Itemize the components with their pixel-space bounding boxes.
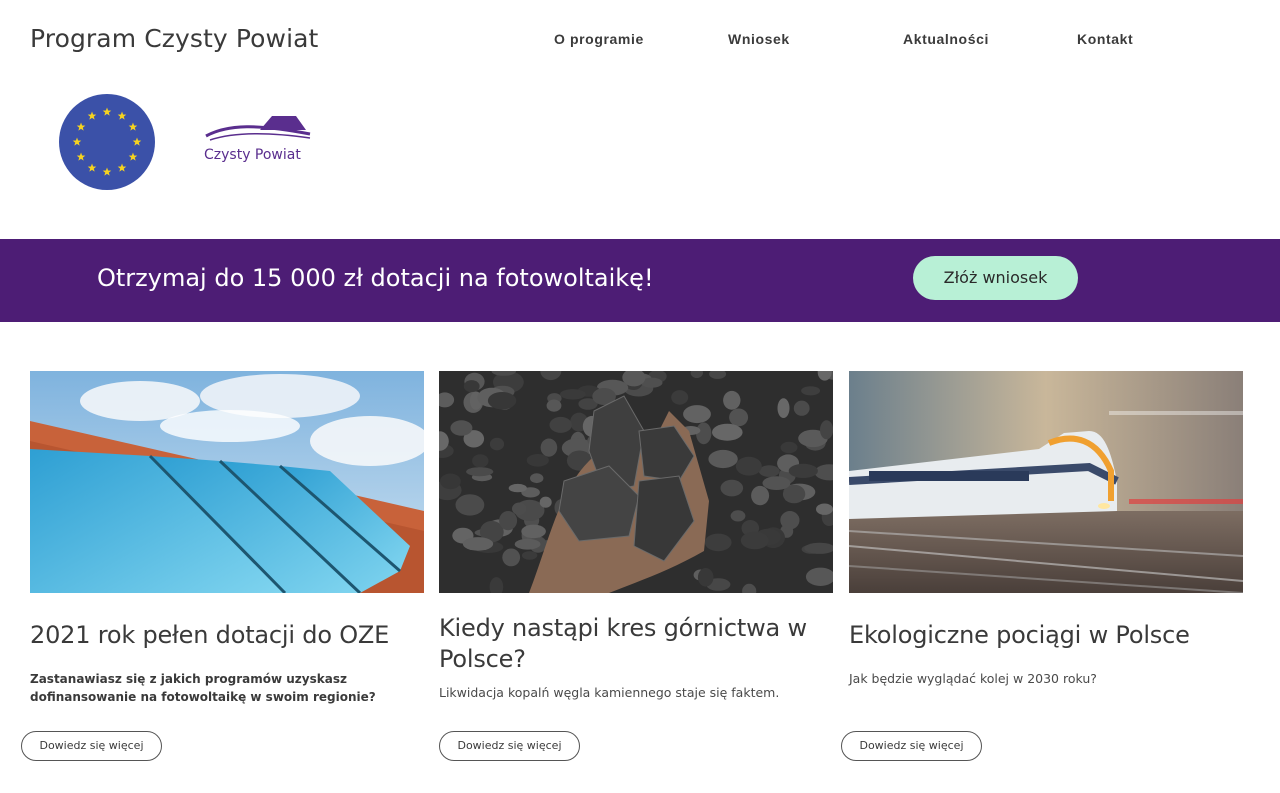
- coal-lump: [780, 441, 798, 454]
- nav-aktualnosci[interactable]: Aktualności: [903, 31, 989, 47]
- coal-lump: [780, 511, 800, 530]
- coal-lump: [751, 485, 770, 506]
- eu-flag-icon: [59, 94, 155, 190]
- coal-lump: [472, 454, 489, 468]
- banner-text: Otrzymaj do 15 000 zł dotacji na fotowol…: [97, 264, 654, 292]
- eu-star-icon: [76, 152, 86, 161]
- coal-lump: [514, 538, 541, 550]
- eu-star-icon: [128, 122, 138, 131]
- coal-lump: [455, 494, 485, 516]
- coal-lump: [777, 398, 790, 418]
- coal-lump: [489, 437, 505, 451]
- article-description: Jak będzie wyglądać kolej w 2030 roku?: [849, 671, 1097, 686]
- coal-lump: [540, 438, 558, 457]
- eu-star-icon: [102, 107, 112, 116]
- coal-lump: [539, 496, 552, 508]
- coal-lump: [521, 524, 546, 539]
- nav-wniosek[interactable]: Wniosek: [728, 31, 790, 47]
- article-title[interactable]: Ekologiczne pociągi w Polsce: [849, 620, 1243, 651]
- coal-lump: [720, 479, 744, 497]
- promo-banner: Otrzymaj do 15 000 zł dotacji na fotowol…: [0, 239, 1280, 322]
- coal-lump: [793, 400, 810, 416]
- coal-lump: [762, 476, 791, 490]
- coal-lump: [729, 408, 749, 427]
- coal-lump: [740, 531, 769, 550]
- eu-star-icon: [87, 111, 97, 120]
- coal-lump: [697, 568, 714, 587]
- coal-lump: [499, 511, 518, 531]
- nav-o-programie[interactable]: O programie: [554, 31, 644, 47]
- apply-button[interactable]: Złóż wniosek: [913, 256, 1078, 300]
- read-more-button[interactable]: Dowiedz się więcej: [439, 731, 580, 761]
- coal-lump: [712, 423, 743, 441]
- coal-lump: [758, 465, 780, 477]
- read-more-button[interactable]: Dowiedz się więcej: [21, 731, 162, 761]
- article-image-solar[interactable]: [30, 371, 424, 593]
- coal-lump: [801, 386, 821, 396]
- coal-lump: [508, 483, 527, 493]
- coal-lump: [440, 473, 461, 490]
- coal-lump: [462, 537, 494, 551]
- coal-lump: [816, 503, 833, 515]
- coal-lump: [704, 533, 732, 552]
- coal-lump: [560, 389, 586, 400]
- coal-lump: [708, 449, 738, 469]
- eu-star-icon: [132, 137, 142, 146]
- article-image-coal[interactable]: [439, 371, 833, 593]
- coal-lump: [735, 456, 762, 476]
- coal-lump: [549, 416, 572, 433]
- coal-lump: [820, 420, 833, 440]
- coal-lump: [683, 405, 711, 424]
- coal-lump: [730, 510, 746, 522]
- article-description: Likwidacja kopalń węgla kamiennego staje…: [439, 685, 780, 700]
- coal-lump: [671, 390, 689, 405]
- eu-star-icon: [128, 152, 138, 161]
- coal-lump: [723, 390, 741, 410]
- coal-lump: [530, 473, 544, 484]
- coal-lump: [463, 380, 480, 393]
- coal-lump: [466, 467, 494, 477]
- site-title[interactable]: Program Czysty Powiat: [30, 24, 318, 53]
- coal-lump: [788, 463, 818, 478]
- read-more-button[interactable]: Dowiedz się więcej: [841, 731, 982, 761]
- coal-lump: [512, 502, 527, 515]
- coal-lump: [450, 420, 473, 436]
- nav-kontakt[interactable]: Kontakt: [1077, 31, 1133, 47]
- logo-text: Czysty Powiat: [204, 147, 301, 163]
- eu-star-icon: [117, 163, 127, 172]
- eu-star-icon: [102, 167, 112, 176]
- coal-lump: [502, 548, 521, 567]
- eu-star-icon: [87, 163, 97, 172]
- article-image-train[interactable]: [849, 371, 1243, 593]
- czysty-powiat-logo[interactable]: Czysty Powiat: [198, 110, 318, 170]
- coal-lump: [546, 399, 562, 412]
- eu-star-icon: [117, 111, 127, 120]
- coal-lump: [487, 392, 517, 410]
- eu-star-icon: [72, 137, 82, 146]
- article-title[interactable]: Kiedy nastąpi kres górnictwa w Polsce?: [439, 613, 833, 675]
- eu-star-icon: [76, 122, 86, 131]
- coal-lump: [521, 551, 538, 560]
- article-description: Zastanawiasz się z jakich programów uzys…: [30, 672, 376, 704]
- article-title[interactable]: 2021 rok pełen dotacji do OZE: [30, 620, 424, 651]
